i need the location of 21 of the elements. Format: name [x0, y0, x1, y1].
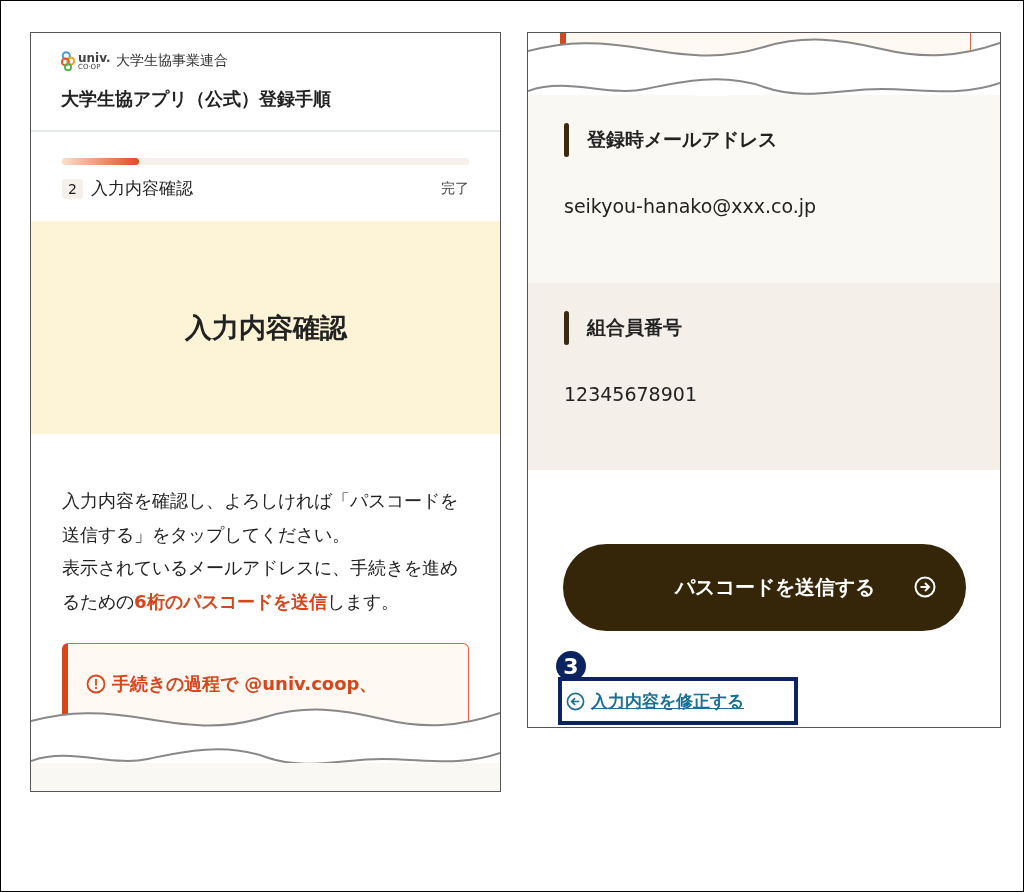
logo-text: univ.: [78, 51, 111, 64]
logo-icon: [61, 50, 75, 72]
alert-text: 手続きの過程で @univ.coop、: [112, 672, 378, 696]
end-label: 完了: [441, 179, 469, 198]
step-label: 入力内容確認: [90, 177, 194, 200]
instruction-text: 表示されているメールアドレスに、手続きを進めるための6桁のパスコードを送信します。: [62, 556, 459, 614]
arrow-right-icon: [914, 576, 936, 598]
field-value: 12345678901: [564, 383, 698, 405]
field-value: seikyou-hanako@xxx.co.jp: [564, 195, 818, 217]
label-bar: [564, 311, 569, 345]
instruction-text: 入力内容を確認し、よろしければ「パスコードを送信する」をタップしてください。: [62, 489, 459, 547]
warning-icon: [86, 674, 106, 694]
arrow-left-icon: [566, 691, 585, 711]
label-bar: [564, 123, 569, 157]
field-label: 組合員番号: [587, 315, 682, 340]
step-number: 2: [62, 178, 83, 199]
submit-button[interactable]: パスコードを送信する: [563, 544, 966, 631]
organization-name: 大学生協事業連合: [115, 52, 228, 70]
page-title: 大学生協アプリ（公式）登録手順: [61, 87, 332, 111]
field-label: 登録時メールアドレス: [587, 127, 777, 152]
hero-title: 入力内容確認: [184, 310, 347, 345]
